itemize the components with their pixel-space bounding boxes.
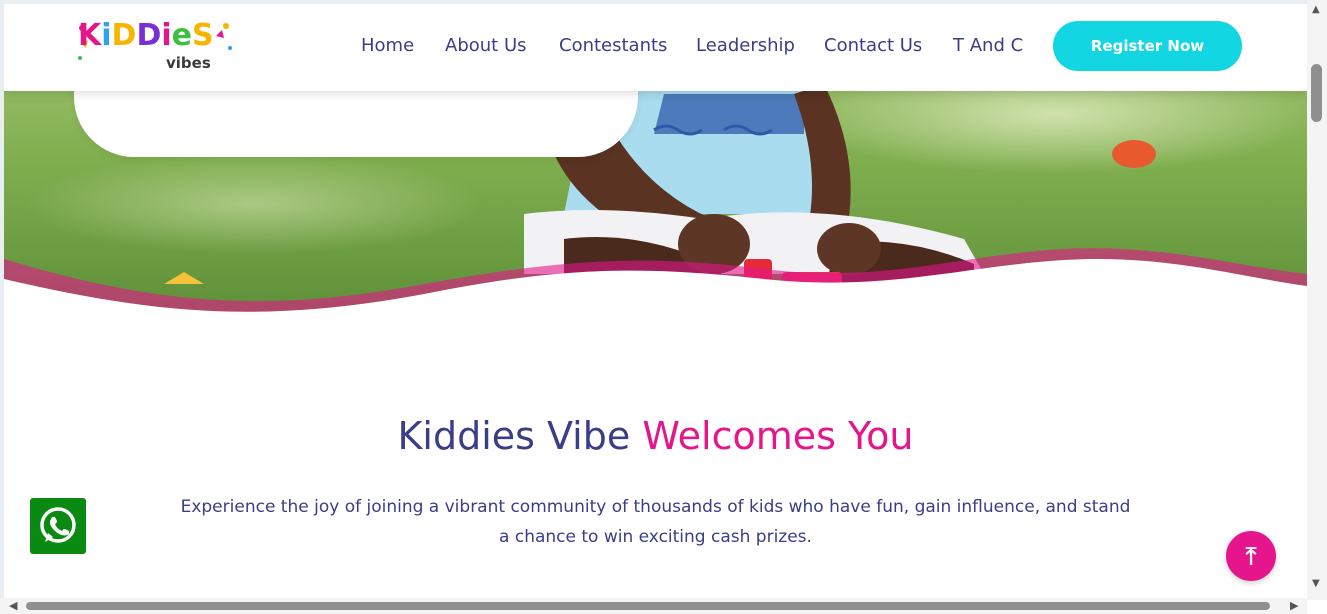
vertical-scrollbar[interactable]: ▲ ▼ <box>1307 0 1327 600</box>
browser-viewport: KiDDieS vibes Home About Us Contestants … <box>4 4 1307 600</box>
welcome-title-part2: Welcomes You <box>642 414 914 458</box>
scroll-right-arrow-icon[interactable]: ▶ <box>1290 599 1298 612</box>
welcome-title-part1: Kiddies Vibe <box>397 414 631 458</box>
whatsapp-icon <box>40 507 76 543</box>
kiddies-vibes-logo[interactable]: KiDDieS vibes <box>76 18 236 76</box>
nav-t-and-c[interactable]: T And C <box>953 35 1023 56</box>
logo-subtitle: vibes <box>166 54 211 72</box>
nav-contestants[interactable]: Contestants <box>559 35 667 56</box>
whatsapp-button[interactable] <box>30 498 86 554</box>
scroll-left-arrow-icon[interactable]: ◀ <box>9 599 17 612</box>
scroll-down-arrow-icon[interactable]: ▼ <box>1312 578 1320 589</box>
welcome-title: Kiddies Vibe Welcomes You <box>4 414 1307 458</box>
nav-contact-us[interactable]: Contact Us <box>824 35 922 56</box>
site-header: KiDDieS vibes Home About Us Contestants … <box>4 4 1307 91</box>
horizontal-scrollbar[interactable]: ◀ ▶ <box>0 598 1307 614</box>
welcome-description: Experience the joy of joining a vibrant … <box>180 497 1131 547</box>
scroll-up-arrow-icon[interactable]: ▲ <box>1312 4 1320 15</box>
logo-wordmark: KiDDieS <box>78 18 214 53</box>
nav-home[interactable]: Home <box>361 35 414 56</box>
scroll-to-top-button[interactable]: ⤒ <box>1226 531 1276 581</box>
nav-about-us[interactable]: About Us <box>445 35 527 56</box>
register-now-button[interactable]: Register Now <box>1053 21 1242 71</box>
vertical-scroll-thumb[interactable] <box>1311 64 1322 122</box>
arrow-up-icon: ⤒ <box>1245 542 1257 570</box>
horizontal-scroll-thumb[interactable] <box>26 602 1270 610</box>
nav-leadership[interactable]: Leadership <box>696 35 795 56</box>
